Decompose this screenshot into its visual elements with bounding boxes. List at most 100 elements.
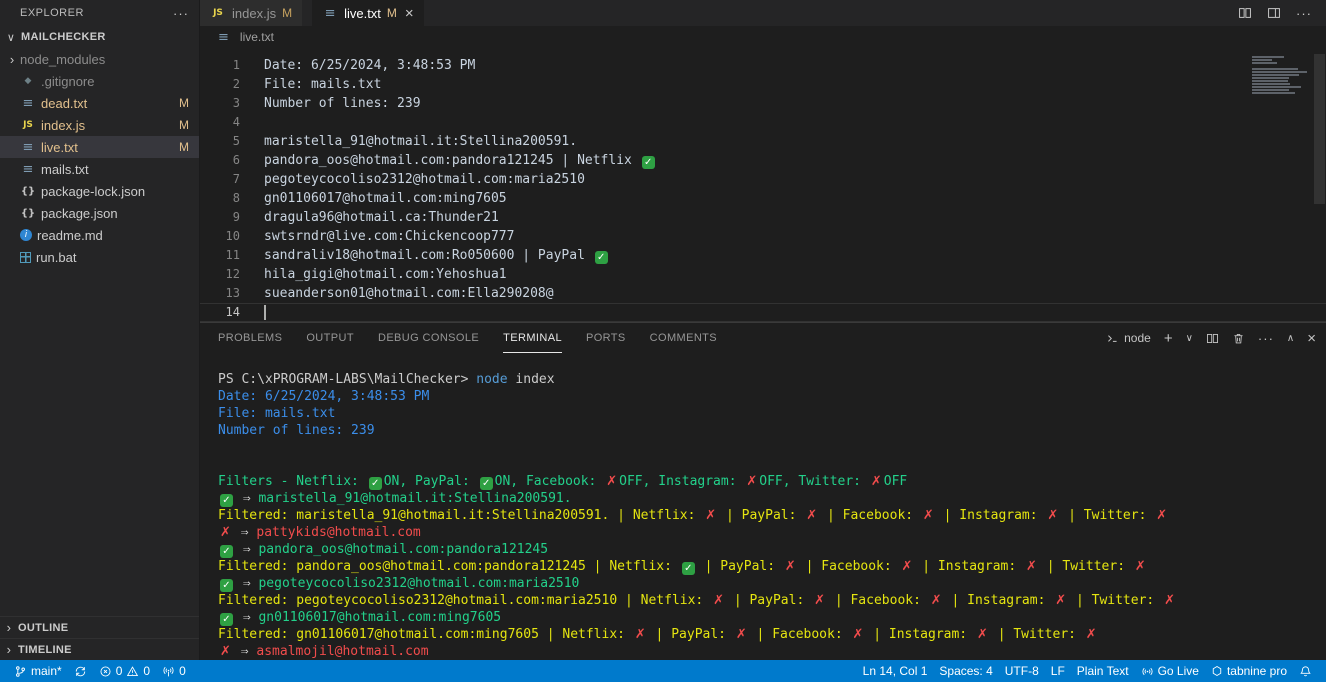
timeline-section-header[interactable]: › TIMELINE [0,638,199,660]
new-terminal-icon[interactable]: + [1164,330,1173,347]
code-line: 3Number of lines: 239 [200,94,1326,113]
tab-live.txt[interactable]: ≡live.txtM× [312,0,425,26]
explorer-more-actions-icon[interactable]: ··· [173,6,189,21]
md-file-icon: i [20,229,32,241]
cross-icon: ✗ [705,508,716,523]
panel-tab-problems[interactable]: PROBLEMS [218,323,282,353]
cursor-position[interactable]: Ln 14, Col 1 [857,660,934,682]
code-editor[interactable]: 1Date: 6/25/2024, 3:48:53 PM2File: mails… [200,48,1326,322]
warnings-icon [126,665,139,678]
text-segment: | Facebook: [827,593,929,608]
split-editor-icon[interactable] [1238,6,1252,20]
file-item-package-lock.json[interactable]: {}package-lock.json [0,180,199,202]
panel-tab-ports[interactable]: PORTS [586,323,626,353]
line-number: 14 [200,303,240,322]
maximize-panel-icon[interactable]: ∧ [1287,333,1294,344]
panel-tab-terminal[interactable]: TERMINAL [503,323,562,353]
text-segment: OFF, Instagram: [619,474,744,489]
error-count: 0 [116,664,123,678]
file-item-run.bat[interactable]: run.bat [0,246,199,268]
line-number: 6 [200,151,240,170]
check-icon: ✓ [220,579,233,592]
file-item-mails.txt[interactable]: ≡mails.txt [0,158,199,180]
status-bar: main* 0 0 0 Ln 14, Col 1 Spaces: 4 UTF-8… [0,660,1326,682]
sync-button[interactable] [68,660,93,682]
editor-layout-icon[interactable] [1267,6,1281,20]
indentation-setting[interactable]: Spaces: 4 [933,660,998,682]
code-line: 10swtsrndr@live.com:Chickencoop777 [200,227,1326,246]
more-actions-icon[interactable]: ··· [1296,6,1312,21]
line-number: 11 [200,246,240,265]
split-terminal-icon[interactable] [1206,332,1219,345]
cross-icon: ✗ [1164,593,1175,608]
file-item-dead.txt[interactable]: ≡dead.txtM [0,92,199,114]
breadcrumb[interactable]: ≡ live.txt [200,26,1326,48]
text-segment: sueanderson01@hotmail.com:Ella290208@ [264,286,554,301]
tabnine-status[interactable]: tabnine pro [1205,660,1293,682]
explorer-sidebar: EXPLORER ··· ∨ MAILCHECKER ›node_modules… [0,0,200,660]
check-icon: ✓ [595,251,608,264]
go-live-button[interactable]: Go Live [1135,660,1205,682]
encoding-setting[interactable]: UTF-8 [999,660,1045,682]
terminal-profile-selector[interactable]: node [1106,331,1151,345]
line-text: sandraliv18@hotmail.com:Ro050600 | PayPa… [264,246,610,265]
text-segment: | Instagram: [936,508,1046,523]
check-icon: ✓ [642,156,655,169]
tab-index.js[interactable]: JSindex.jsM [200,0,303,26]
close-panel-icon[interactable]: × [1307,330,1316,347]
code-line: 8gn01106017@hotmail.com:ming7605 [200,189,1326,208]
text-segment: | Twitter: [1039,559,1133,574]
cross-icon: ✗ [785,559,796,574]
text-segment: Filtered: pandora_oos@hotmail.com:pandor… [218,559,680,574]
kill-terminal-icon[interactable] [1232,332,1245,345]
panel-tab-debug-console[interactable]: DEBUG CONSOLE [378,323,479,353]
text-segment: index [508,372,555,387]
cross-icon: ✗ [736,627,747,642]
terminal-output[interactable]: PS C:\xPROGRAM-LABS\MailChecker> node in… [200,353,1326,660]
close-tab-icon[interactable]: × [405,6,414,21]
minimap-line [1252,80,1288,82]
cross-icon: ✗ [923,508,934,523]
eol-setting[interactable]: LF [1045,660,1071,682]
file-item-node_modules[interactable]: ›node_modules [0,48,199,70]
cross-icon: ✗ [852,627,863,642]
file-name: index.js [41,118,179,133]
branch-indicator[interactable]: main* [8,660,68,682]
terminal-line: Filtered: pegoteycocoliso2312@hotmail.co… [218,592,1326,609]
file-item-index.js[interactable]: JSindex.jsM [0,114,199,136]
txt-file-icon: ≡ [20,162,36,177]
file-item-.gitignore[interactable]: ◆.gitignore [0,70,199,92]
minimap-line [1252,59,1272,61]
ports-indicator[interactable]: 0 [156,660,192,682]
timeline-label: TIMELINE [18,644,72,656]
cross-icon: ✗ [977,627,988,642]
terminal-line: Filtered: pandora_oos@hotmail.com:pandor… [218,558,1326,575]
file-name: package.json [41,206,199,221]
panel-more-actions-icon[interactable]: ··· [1258,331,1274,346]
panel-tab-comments[interactable]: COMMENTS [650,323,717,353]
check-icon: ✓ [220,613,233,626]
problems-indicator[interactable]: 0 0 [93,660,156,682]
file-item-package.json[interactable]: {}package.json [0,202,199,224]
terminal-name: node [1124,331,1151,345]
project-section-header[interactable]: ∨ MAILCHECKER [0,26,199,48]
line-text: gn01106017@hotmail.com:ming7605 [264,189,507,208]
terminal-line [218,439,1326,456]
file-item-readme.md[interactable]: ireadme.md [0,224,199,246]
terminal-actions: node + ∨ ··· ∧ × [1106,330,1316,347]
outline-section-header[interactable]: › OUTLINE [0,616,199,638]
line-text: pegoteycocoliso2312@hotmail.com:maria251… [264,170,585,189]
cross-icon: ✗ [220,644,231,659]
line-text [264,303,266,322]
file-item-live.txt[interactable]: ≡live.txtM [0,136,199,158]
minimap-line [1252,77,1289,79]
gitignore-file-icon: ◆ [20,76,36,86]
text-segment: node [476,372,507,387]
language-mode[interactable]: Plain Text [1071,660,1135,682]
notifications-button[interactable] [1293,660,1318,682]
terminal-dropdown-icon[interactable]: ∨ [1186,333,1193,344]
panel-tab-output[interactable]: OUTPUT [306,323,354,353]
editor-scrollbar[interactable] [1314,54,1325,204]
text-segment: ⇒ [233,525,256,540]
minimap[interactable] [1252,56,1308,98]
